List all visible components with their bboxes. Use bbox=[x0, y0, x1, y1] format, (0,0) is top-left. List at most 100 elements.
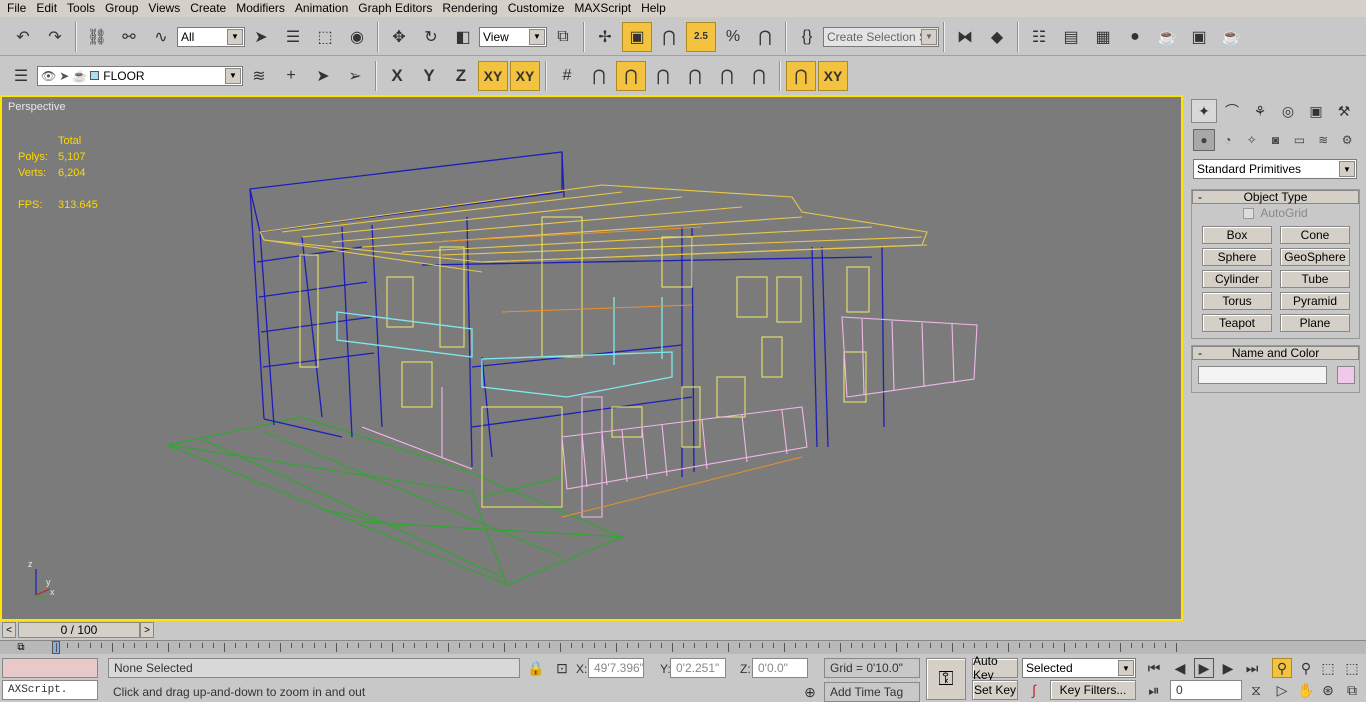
go-to-start-icon[interactable]: ⏮ bbox=[1144, 658, 1164, 678]
time-configuration-icon[interactable]: ⧖ bbox=[1246, 680, 1266, 700]
snap-pivot-icon[interactable]: ⋂ bbox=[744, 61, 774, 91]
align-icon[interactable]: ◆ bbox=[982, 22, 1012, 52]
create-tab-icon[interactable]: ✦ bbox=[1191, 99, 1217, 123]
previous-frame-button-icon[interactable]: ◀ bbox=[1170, 658, 1190, 678]
field-of-view-icon[interactable]: ▷ bbox=[1272, 680, 1292, 700]
menu-animation[interactable]: Animation bbox=[290, 0, 353, 17]
select-object-icon[interactable]: ➤ bbox=[246, 22, 276, 52]
restrict-plane-button[interactable]: XY bbox=[510, 60, 540, 91]
schematic-view-icon[interactable]: ▦ bbox=[1088, 22, 1118, 52]
key-mode-toggle-icon[interactable]: ⏯ bbox=[1144, 680, 1164, 700]
undo-icon[interactable]: ↶ bbox=[8, 22, 38, 52]
autogrid-checkbox[interactable] bbox=[1243, 207, 1255, 219]
snap-grid-icon[interactable]: ⋂ bbox=[616, 60, 646, 91]
selection-lock-icon[interactable]: 🔒 bbox=[526, 658, 546, 678]
select-and-scale-icon[interactable]: ◧ bbox=[448, 22, 478, 52]
name-and-color-header[interactable]: - Name and Color bbox=[1192, 346, 1359, 360]
menu-help[interactable]: Help bbox=[636, 0, 671, 17]
menu-customize[interactable]: Customize bbox=[503, 0, 570, 17]
auto-key-button[interactable]: Auto Key bbox=[972, 654, 1018, 682]
y-coord-field[interactable]: 0'2.251" bbox=[670, 658, 726, 678]
snap-face-icon[interactable]: ⋂ bbox=[712, 61, 742, 91]
menu-modifiers[interactable]: Modifiers bbox=[231, 0, 290, 17]
select-in-layer-icon[interactable]: ➤ bbox=[308, 61, 338, 91]
rendered-frame-window-icon[interactable]: ▣ bbox=[1184, 22, 1214, 52]
ref-coord-dropdown[interactable]: View ▼ bbox=[479, 26, 547, 47]
arc-rotate-icon[interactable]: ⊛ bbox=[1318, 680, 1338, 700]
set-key-button[interactable]: Set Key bbox=[972, 680, 1018, 700]
display-tab-icon[interactable]: ▣ bbox=[1303, 99, 1329, 123]
z-coord-field[interactable]: 0'0.0" bbox=[752, 658, 808, 678]
restrict-x-button[interactable]: X bbox=[382, 61, 412, 91]
box-button[interactable]: Box bbox=[1202, 226, 1272, 244]
lights-icon[interactable]: ✧ bbox=[1241, 129, 1263, 151]
layer-manager-icon[interactable]: ☷ bbox=[1024, 22, 1054, 52]
geometry-icon[interactable]: ● bbox=[1193, 129, 1215, 151]
window-crossing-icon[interactable]: ◉ bbox=[342, 22, 372, 52]
tube-button[interactable]: Tube bbox=[1280, 270, 1350, 288]
hierarchy-tab-icon[interactable]: ⚘ bbox=[1247, 99, 1273, 123]
snap-options-icon[interactable]: ⋂ bbox=[786, 60, 816, 91]
percent-snap-icon[interactable]: % bbox=[718, 22, 748, 52]
absolute-mode-icon[interactable]: ⊡ bbox=[552, 658, 572, 678]
zoom-icon[interactable]: ⚲ bbox=[1272, 658, 1292, 678]
keyboard-shortcut-override-icon[interactable]: ▣ bbox=[622, 21, 652, 52]
select-and-rotate-icon[interactable]: ↻ bbox=[416, 22, 446, 52]
perspective-viewport[interactable]: Perspective Total Polys: 5,107 Verts: 6,20… bbox=[0, 95, 1183, 621]
plane-button[interactable]: Plane bbox=[1280, 314, 1350, 332]
select-and-move-icon[interactable]: ✥ bbox=[384, 22, 414, 52]
add-time-tag-button[interactable]: Add Time Tag bbox=[824, 682, 920, 702]
snaps-toggle-icon[interactable]: ⋂ bbox=[654, 22, 684, 52]
create-layer-icon[interactable]: ≋ bbox=[244, 61, 274, 91]
shapes-icon[interactable]: ◔ bbox=[1217, 129, 1239, 151]
quick-render-icon[interactable]: ☕ bbox=[1216, 22, 1246, 52]
menu-maxscript[interactable]: MAXScript bbox=[569, 0, 636, 17]
next-frame-icon[interactable]: > bbox=[140, 622, 154, 638]
unlink-icon[interactable]: ⚯ bbox=[114, 22, 144, 52]
named-selection-dropdown[interactable]: Create Selection Set ▼ bbox=[823, 26, 939, 47]
pyramid-button[interactable]: Pyramid bbox=[1280, 292, 1350, 310]
layer-dropdown[interactable]: 👁 ➤ ☕ FLOOR ▼ bbox=[37, 65, 243, 86]
open-mini-curve-editor-icon[interactable]: ⧉ bbox=[10, 642, 32, 653]
teapot-button[interactable]: Teapot bbox=[1202, 314, 1272, 332]
object-color-swatch[interactable] bbox=[1337, 366, 1355, 384]
pivot-center-icon[interactable]: ⧉ bbox=[548, 22, 578, 52]
snap-vertex-icon[interactable]: ⋂ bbox=[648, 61, 678, 91]
curve-editor-icon[interactable]: ▤ bbox=[1056, 22, 1086, 52]
time-slider[interactable]: < 0 / 100 > bbox=[0, 622, 1183, 638]
track-bar[interactable]: ⧉ bbox=[0, 640, 1366, 654]
current-frame-field[interactable]: 0 bbox=[1170, 680, 1242, 700]
layers-icon[interactable]: ☰ bbox=[6, 61, 36, 91]
render-setup-icon[interactable]: ☕ bbox=[1152, 22, 1182, 52]
object-name-field[interactable] bbox=[1198, 366, 1328, 384]
snap-to-frozen-icon[interactable]: ⋂ bbox=[584, 61, 614, 91]
rectangular-selection-icon[interactable]: ⬚ bbox=[310, 22, 340, 52]
pan-view-icon[interactable]: ✋ bbox=[1296, 680, 1316, 700]
object-type-header[interactable]: - Object Type bbox=[1192, 190, 1359, 204]
time-tag-icon[interactable]: ⊕ bbox=[800, 682, 820, 702]
primitive-category-dropdown[interactable]: Standard Primitives ▼ bbox=[1193, 159, 1357, 179]
sphere-button[interactable]: Sphere bbox=[1202, 248, 1272, 266]
zoom-extents-all-icon[interactable]: ⬚ bbox=[1342, 658, 1362, 678]
menu-group[interactable]: Group bbox=[100, 0, 143, 17]
key-tangent-icon[interactable]: ∫ bbox=[1024, 680, 1044, 700]
add-to-layer-icon[interactable]: + bbox=[276, 61, 306, 91]
utilities-tab-icon[interactable]: ⚒ bbox=[1331, 99, 1357, 123]
play-icon[interactable]: ▶ bbox=[1194, 658, 1214, 678]
torus-button[interactable]: Torus bbox=[1202, 292, 1272, 310]
zoom-extents-icon[interactable]: ⬚ bbox=[1318, 658, 1338, 678]
key-mode-dropdown[interactable]: Selected ▼ bbox=[1022, 658, 1136, 678]
modify-tab-icon[interactable]: ⌒ bbox=[1219, 99, 1245, 123]
menu-graph-editors[interactable]: Graph Editors bbox=[353, 0, 437, 17]
spinner-snap-icon[interactable]: ⋂ bbox=[750, 22, 780, 52]
snaps-use-axis-icon[interactable]: # bbox=[552, 61, 582, 91]
restrict-xy-button[interactable]: XY bbox=[478, 60, 508, 91]
snap-edge-icon[interactable]: ⋂ bbox=[680, 61, 710, 91]
motion-tab-icon[interactable]: ◎ bbox=[1275, 99, 1301, 123]
set-current-layer-icon[interactable]: ➢ bbox=[340, 61, 370, 91]
menu-views[interactable]: Views bbox=[143, 0, 185, 17]
redo-icon[interactable]: ↷ bbox=[40, 22, 70, 52]
space-warps-icon[interactable]: ≋ bbox=[1312, 129, 1334, 151]
select-by-name-icon[interactable]: ☰ bbox=[278, 22, 308, 52]
mirror-icon[interactable]: ⧓ bbox=[950, 22, 980, 52]
